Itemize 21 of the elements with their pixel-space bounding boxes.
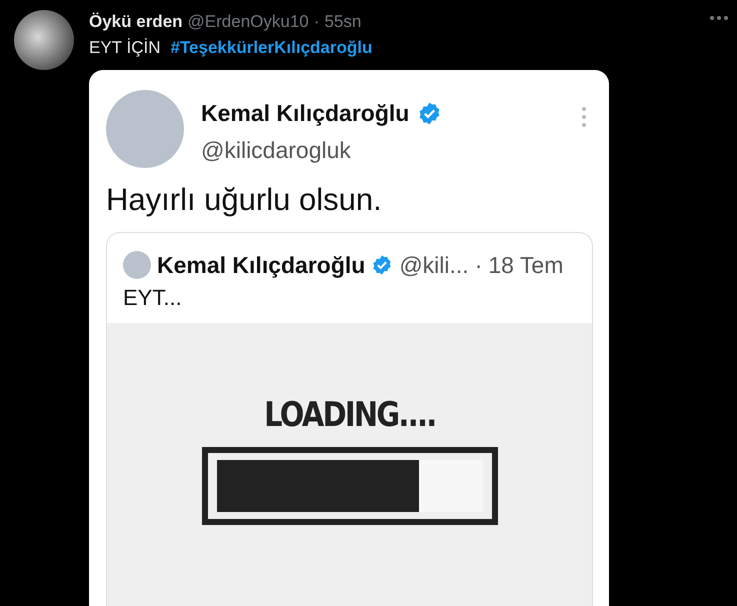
verified-badge-icon — [371, 254, 394, 276]
author-name: Kemal Kılıçdaroğlu — [157, 252, 366, 278]
author-handle[interactable]: @ErdenOyku10 — [188, 12, 309, 32]
author-name[interactable]: Öykü erden — [89, 12, 183, 32]
separator: · — [474, 252, 482, 278]
author-handle: @kilicdarogluk — [201, 137, 352, 164]
timestamp[interactable]: 55sn — [324, 12, 362, 32]
tweet-text: EYT... — [122, 284, 183, 311]
hashtag-link[interactable]: #TeşekkürlerKılıçdaroğlu — [170, 38, 372, 58]
author-handle: @kili... — [399, 252, 469, 278]
tweet-text: EYT İÇİN — [89, 38, 160, 58]
loading-title: LOADING.... — [264, 395, 436, 435]
verified-badge-icon — [417, 101, 442, 126]
author-name: Kemal Kılıçdaroğlu — [201, 100, 410, 127]
more-icon[interactable] — [709, 14, 729, 22]
avatar-placeholder — [123, 251, 151, 279]
date: 18 Tem — [488, 252, 564, 278]
tweet-text: Hayırlı uğurlu olsun. — [106, 182, 383, 218]
more-icon — [581, 106, 587, 128]
separator: · — [314, 12, 320, 32]
tweet-image[interactable]: Kemal Kılıçdaroğlu @kilicdarogluk Hayırlı uğurlu olsun. Kemal Kılıçdaroğlu @kili... · 18 Tem EYT... LOADING.... — [89, 70, 609, 606]
